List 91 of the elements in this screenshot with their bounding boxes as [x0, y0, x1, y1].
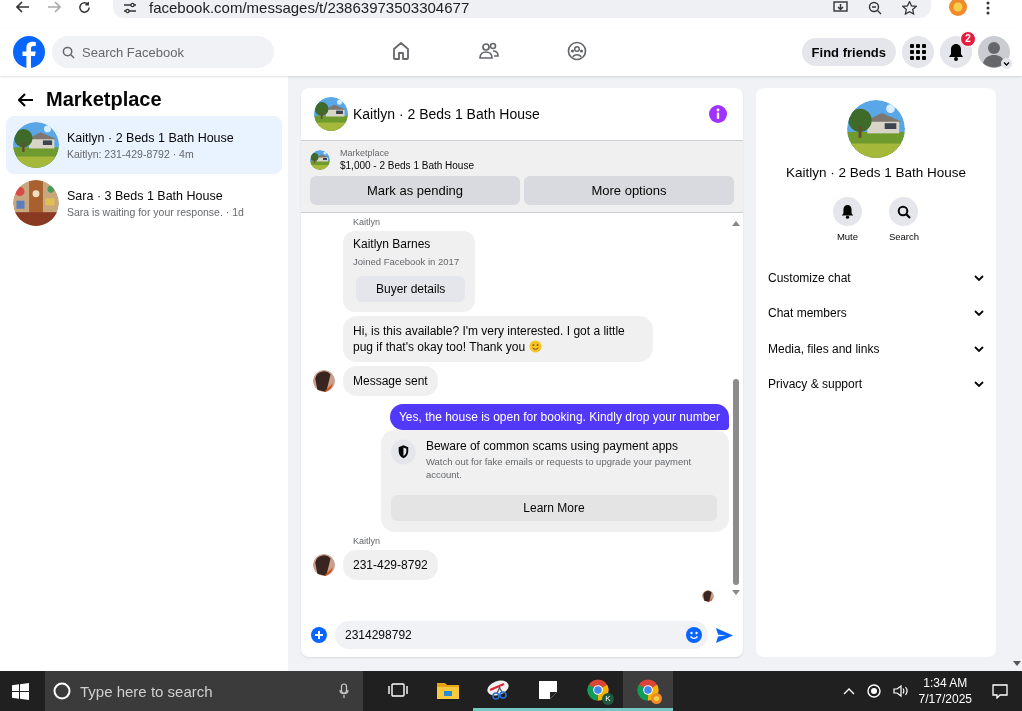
listing-action-button[interactable]: Mark as pending [310, 176, 520, 205]
shield-icon [391, 439, 416, 465]
site-settings-icon[interactable] [123, 1, 137, 14]
notifications-button[interactable] [940, 36, 972, 68]
search-icon [62, 46, 75, 59]
conversation-item[interactable]: Sara · 3 Beds 1 Bath House Sara is waiting for your response. · 1d [6, 174, 282, 232]
microphone-icon[interactable] [339, 683, 349, 699]
profile-subtitle: Joined Facebook in 2017 [353, 256, 460, 267]
chat-title: Kaitlyn · 2 Beds 1 Bath House [353, 106, 540, 122]
avatar [702, 590, 714, 602]
avatar [313, 554, 335, 576]
action-label: Search [888, 231, 920, 242]
conversation-title: Sara · 3 Beds 1 Bath House [67, 188, 224, 203]
reload-icon[interactable] [78, 1, 91, 14]
section-label: Chat members [768, 306, 847, 321]
message-bubble: Message sent [343, 366, 438, 396]
notice-title: Beware of common scams using payment apps [425, 439, 680, 453]
section-header[interactable]: Privacy & support [768, 366, 984, 402]
search-field[interactable]: Search Facebook [52, 36, 274, 68]
sender-name: Kaitlyn [353, 217, 381, 227]
chevron-up-icon[interactable] [842, 687, 855, 695]
friends-icon [479, 40, 499, 61]
notification-badge: 2 [960, 31, 976, 47]
smiley-icon [528, 340, 542, 353]
message-bubble: Hi, is this available? I'm very interested. I got a little pug if that's okay too! Thank you [343, 316, 653, 362]
cortana-icon [53, 682, 71, 700]
profile-name: Kaitlyn Barnes [353, 237, 431, 251]
user-icon [978, 36, 1010, 68]
taskbar-app[interactable] [623, 671, 673, 711]
windows-icon[interactable] [12, 682, 29, 700]
conversation-item[interactable]: Kaitlyn · 2 Beds 1 Bath House Kaitlyn: 231-429-8792 · 4m [6, 116, 282, 174]
notice-text: Watch out for fake emails or requests to upgrade your payment account. [425, 455, 693, 481]
groups-icon [567, 40, 587, 61]
url-text: facebook.com/messages/t/23863973503304677 [149, 0, 470, 16]
scissors-icon [486, 679, 510, 700]
search-button[interactable] [889, 197, 919, 226]
record-icon[interactable] [866, 684, 881, 698]
menu-button[interactable] [902, 36, 934, 68]
info-icon[interactable] [709, 105, 727, 123]
message-bubble: 231-429-8792 [343, 550, 438, 580]
message-field[interactable]: 2314298792 [335, 621, 708, 649]
caret-icon [1001, 58, 1012, 69]
section-header[interactable]: Media, files and links [768, 331, 984, 367]
clock-time: 1:34 AM [923, 675, 968, 691]
note-icon [539, 680, 557, 699]
add-icon[interactable] [311, 627, 327, 643]
emoji-icon[interactable] [686, 627, 702, 643]
section-header[interactable]: Customize chat [768, 260, 984, 296]
section-header[interactable]: Chat members [768, 295, 984, 331]
learn-more-button[interactable]: Learn More [391, 495, 717, 521]
section-label: Privacy & support [768, 377, 863, 392]
listing-source: Marketplace [340, 148, 391, 158]
buyer-details-button[interactable]: Buyer details [356, 276, 466, 302]
listing-title: $1,000 - 2 Beds 1 Bath House [340, 160, 474, 171]
send-icon[interactable] [716, 627, 733, 643]
install-icon[interactable] [833, 1, 848, 14]
find-friends-button[interactable]: Find friends [801, 38, 896, 66]
taskbar-search-field[interactable]: Type here to search [45, 671, 363, 711]
grid-icon [910, 44, 926, 60]
star-icon[interactable] [902, 0, 917, 15]
menu-icon[interactable] [986, 1, 990, 15]
zoom-icon[interactable] [868, 0, 882, 15]
sidebar-title: Marketplace [46, 88, 162, 111]
browser-icon [587, 678, 609, 701]
details-title: Kaitlyn · 2 Beds 1 Bath House [785, 165, 967, 180]
message-bubble: Yes, the house is open for booking. Kindly drop your number [389, 404, 729, 430]
volume-icon[interactable] [892, 684, 909, 698]
search-icon [897, 204, 911, 219]
mute-button[interactable] [832, 197, 862, 226]
conversation-preview: Kaitlyn: 231-429-8792 · 4m [67, 147, 195, 160]
bell-icon [840, 204, 854, 219]
back-arrow-icon[interactable] [18, 92, 34, 107]
conversation-preview: Sara is waiting for your response. · 1d [67, 205, 244, 218]
folder-icon [437, 680, 459, 699]
conversation-title: Kaitlyn · 2 Beds 1 Bath House [67, 130, 234, 145]
task-view-icon [388, 681, 408, 698]
section-label: Media, files and links [768, 341, 880, 356]
section-label: Customize chat [768, 270, 851, 285]
notification-center-icon[interactable] [992, 683, 1008, 699]
logo-icon[interactable] [13, 36, 45, 68]
home-icon [391, 40, 411, 61]
bell-icon [948, 43, 964, 61]
clock-date: 7/17/2025 [918, 691, 972, 707]
action-label: Mute [836, 231, 858, 242]
avatar [313, 370, 335, 392]
address-bar[interactable]: facebook.com/messages/t/23863973503304677 [113, 0, 931, 18]
account-button[interactable] [978, 36, 1010, 68]
sender-name: Kaitlyn [353, 536, 381, 546]
listing-action-button[interactable]: More options [524, 176, 734, 205]
back-icon[interactable] [16, 1, 30, 13]
profile-icon [651, 692, 662, 704]
